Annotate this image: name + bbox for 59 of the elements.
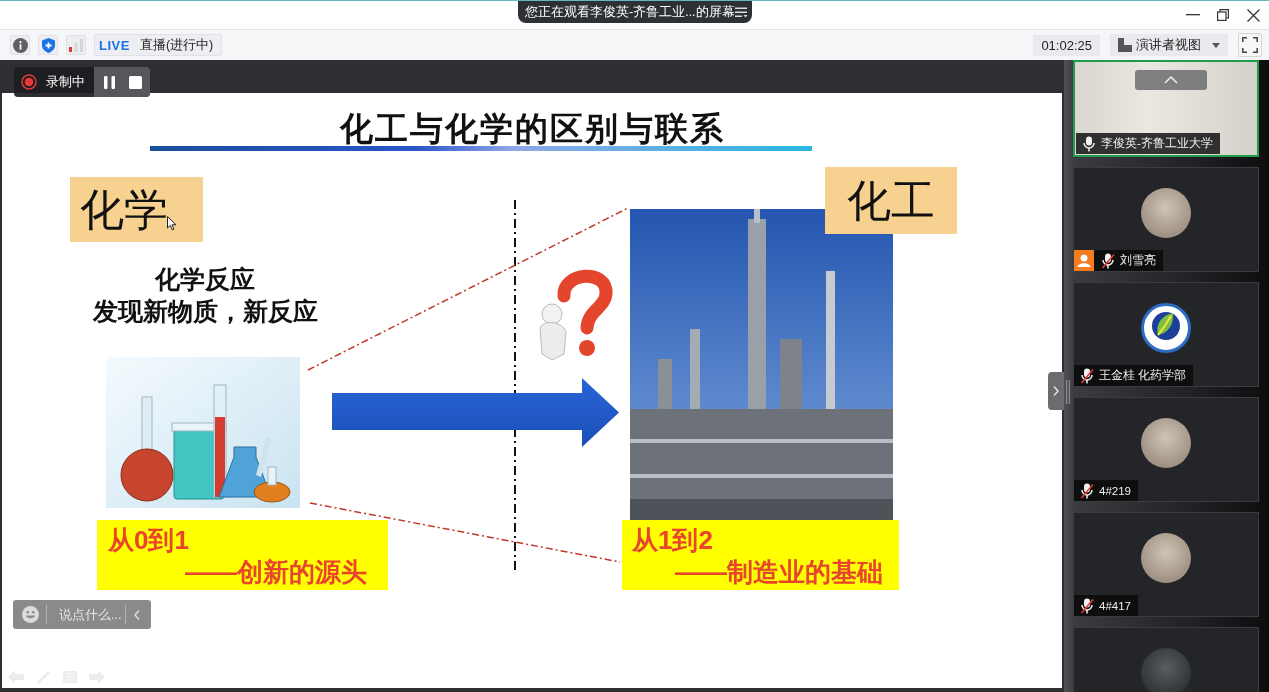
minimize-icon — [1186, 14, 1200, 16]
view-menu-button[interactable]: 演讲者视图 — [1110, 34, 1228, 56]
participant-name: 王金桂 化药学部 — [1099, 368, 1187, 383]
layout-icon — [1118, 38, 1132, 52]
participant-name: 李俊英-齐鲁工业大学 — [1101, 136, 1213, 151]
participant-tile[interactable]: 李俊英-齐鲁工业大学 — [1073, 60, 1259, 157]
close-icon — [1246, 8, 1260, 22]
caret-icon — [1212, 42, 1220, 48]
participant-name: 4#219 — [1099, 484, 1131, 497]
participant-tile[interactable]: 王金桂 化药学部 — [1073, 282, 1259, 387]
avatar-photo-placeholder — [1141, 188, 1191, 238]
info-button[interactable] — [10, 35, 30, 55]
elapsed-timer: 01:02:25 — [1033, 34, 1100, 56]
caption-text: 从0到1 — [108, 524, 189, 556]
pause-button[interactable] — [104, 75, 115, 89]
share-banner-text: 您正在观看李俊英-齐鲁工业...的屏幕 — [525, 3, 735, 21]
participant-tile[interactable]: 4#219 — [1073, 397, 1259, 502]
chevron-right-icon — [1053, 386, 1059, 396]
fullscreen-icon — [1242, 37, 1258, 53]
chevron-up-icon — [1164, 76, 1178, 84]
person-badge-icon — [1074, 250, 1094, 271]
live-status-text: 直播(进行中) — [139, 36, 214, 54]
pause-icon — [104, 75, 115, 89]
menu-icon — [734, 6, 748, 18]
collapse-panel-button[interactable] — [1048, 372, 1064, 410]
info-icon — [12, 37, 28, 53]
section-heading: 化学 — [70, 177, 203, 242]
section-heading: 化工 — [825, 167, 957, 234]
participant-name: 刘雪亮 — [1120, 253, 1156, 268]
caption-text: ——创新的源头 — [185, 556, 367, 588]
avatar-photo-placeholder — [1141, 418, 1191, 468]
description-line: 发现新物质，新反应 — [91, 296, 319, 327]
chat-input[interactable]: 说点什么... — [59, 607, 125, 622]
chevron-left-icon — [134, 609, 140, 620]
network-button[interactable] — [66, 35, 86, 55]
avatar-photo-placeholder — [1141, 648, 1191, 692]
live-label: LIVE — [99, 37, 130, 53]
stop-button[interactable] — [129, 75, 142, 89]
recording-label: 录制中 — [46, 73, 85, 91]
shield-icon — [41, 37, 55, 53]
signal-icon — [69, 38, 83, 52]
security-button[interactable] — [38, 35, 58, 55]
fullscreen-button[interactable] — [1238, 33, 1262, 57]
participant-name: 4#417 — [1099, 599, 1131, 612]
record-icon — [21, 74, 37, 90]
participant-tile[interactable]: 4#417 — [1073, 512, 1259, 617]
restore-icon — [1217, 9, 1229, 21]
scroll-up-button[interactable] — [1135, 70, 1207, 90]
slide-title: 化工与化学的区别与联系 — [339, 112, 725, 146]
smiley-icon — [22, 606, 39, 623]
leaf-logo-icon — [1141, 303, 1191, 353]
avatar-photo-placeholder — [1141, 533, 1191, 583]
caption-text: ——制造业的基础 — [675, 556, 883, 588]
description-line: 化学反应 — [153, 264, 256, 295]
cursor-icon — [167, 216, 177, 231]
stop-icon — [129, 75, 142, 89]
participant-tile[interactable]: 刘雪亮 — [1073, 167, 1259, 272]
caption-text: 从1到2 — [632, 524, 713, 556]
menu-button[interactable] — [734, 6, 748, 18]
